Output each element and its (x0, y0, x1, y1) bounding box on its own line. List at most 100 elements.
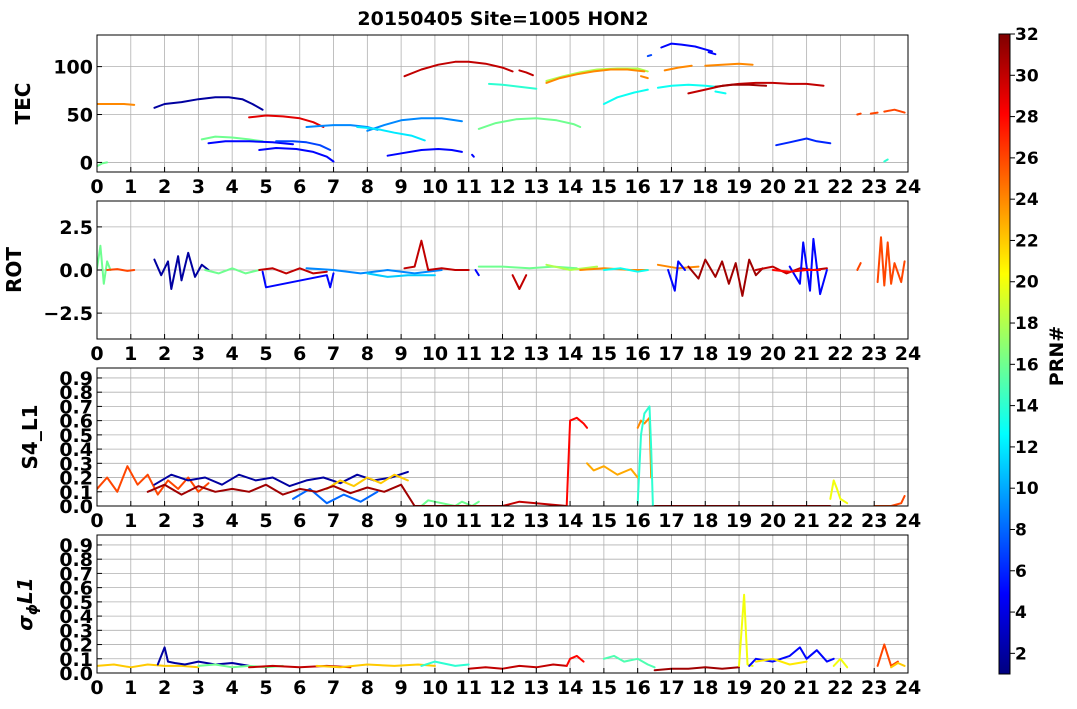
x-tick-label: 8 (361, 176, 374, 198)
series-line-prn-5 (788, 237, 828, 296)
series-line-prn-14 (883, 158, 889, 163)
series-group (97, 42, 906, 168)
chart-title: 20150405 Site=1005 HON2 (357, 8, 648, 30)
x-tick-label: 9 (395, 176, 408, 198)
panel-1: 0 1 2 3 4 5 6 7 8 9 10 11 12 13 14 15 16 17 18 19 20 21 22 23 24… (11, 34, 921, 198)
series-line-prn-16 (97, 244, 112, 285)
x-tick-label: 24 (895, 510, 921, 532)
panel-4: 0 1 2 3 4 5 6 7 8 9 10 11 12 13 14 15 16 17 18 19 20 21 22 23 24… (13, 534, 921, 699)
series-group (97, 405, 906, 506)
x-tick-label: 19 (726, 510, 752, 532)
x-tick-label: 23 (861, 343, 887, 365)
x-tick-label: 16 (624, 677, 650, 699)
x-tick-label: 17 (658, 510, 684, 532)
x-tick-label: 11 (455, 176, 481, 198)
series-line-prn-5 (474, 269, 480, 277)
x-tick-label: 21 (793, 677, 819, 699)
x-tick-label: 4 (226, 510, 239, 532)
x-tick-label: 17 (658, 176, 684, 198)
x-tick-label: 6 (293, 510, 306, 532)
figure: 20150405 Site=1005 HON2 0 1 2 3 4 5 6 7 8 9 10 11 12… (2, 8, 1068, 699)
x-tick-label: 20 (760, 343, 786, 365)
colorbar-tick-label: 20 (1015, 273, 1039, 293)
series-line-prn-5 (667, 260, 686, 292)
series-line-prn-23 (586, 462, 639, 479)
series-line-prn-28 (771, 269, 822, 273)
series-line-prn-13 (602, 88, 649, 105)
x-tick-label: 5 (259, 510, 272, 532)
x-tick-label: 9 (395, 510, 408, 532)
x-tick-label: 5 (259, 176, 272, 198)
x-tick-label: 10 (422, 343, 448, 365)
y-tick-label: −2.5 (43, 303, 93, 325)
x-tick-label: 2 (158, 176, 171, 198)
colorbar-tick-label: 14 (1015, 397, 1039, 417)
series-line-prn-2 (153, 96, 264, 111)
x-tick-label: 22 (827, 176, 853, 198)
series-line-prn-30 (403, 60, 514, 78)
x-tick-label: 12 (489, 677, 515, 699)
series-line-prn-2 (153, 251, 210, 290)
x-tick-label: 1 (124, 510, 137, 532)
series-line-prn-7 (646, 54, 653, 58)
y-axis-label: ROT (2, 247, 26, 293)
x-tick-label: 14 (557, 510, 583, 532)
series-line-prn-26 (876, 236, 906, 287)
series-line-prn-26 (873, 495, 906, 506)
series-line-prn-29 (248, 114, 325, 128)
x-tick-label: 2 (158, 510, 171, 532)
series-line-prn-30 (518, 69, 534, 77)
y-tick-label: 2.5 (59, 217, 93, 239)
colorbar-tick-label: 30 (1015, 66, 1039, 86)
x-tick-label: 5 (259, 677, 272, 699)
x-tick-label: 12 (489, 343, 515, 365)
x-tick-label: 20 (760, 677, 786, 699)
series-group (97, 236, 906, 297)
series-line-prn-6 (775, 137, 832, 147)
colorbar-tick-label: 32 (1015, 25, 1039, 45)
colorbar-tick-label: 6 (1015, 562, 1027, 582)
series-line-prn-5 (748, 646, 835, 667)
series-line-prn-26 (876, 643, 899, 667)
series-line-prn-30 (511, 274, 528, 290)
series-line-prn-5 (707, 51, 717, 56)
colorbar-tick-label: 4 (1015, 603, 1027, 623)
y-tick-label: 0.0 (59, 260, 93, 282)
x-tick-label: 7 (327, 677, 340, 699)
y-tick-label: 100 (53, 57, 93, 79)
series-line-prn-28 (565, 654, 585, 667)
series-line-prn-5 (471, 153, 475, 158)
x-tick-label: 0 (90, 176, 103, 198)
x-tick-label: 24 (895, 176, 921, 198)
series-line-prn-31 (653, 666, 740, 672)
x-tick-label: 22 (827, 677, 853, 699)
x-tick-label: 13 (523, 510, 549, 532)
colorbar-tick-label: 18 (1015, 314, 1039, 334)
series-line-prn-30 (467, 663, 568, 670)
x-tick-label: 23 (861, 510, 887, 532)
x-tick-label: 6 (293, 176, 306, 198)
colorbar-tick-label: 26 (1015, 149, 1039, 169)
colorbar-tick-label: 12 (1015, 438, 1039, 458)
x-tick-label: 22 (827, 510, 853, 532)
x-tick-label: 3 (192, 176, 205, 198)
x-tick-label: 16 (624, 343, 650, 365)
x-tick-label: 23 (861, 677, 887, 699)
colorbar-tick-label: 28 (1015, 108, 1039, 128)
x-tick-label: 7 (327, 176, 340, 198)
y-tick-label: 0 (80, 152, 93, 174)
series-line-prn-16 (97, 161, 109, 168)
x-tick-label: 14 (557, 176, 583, 198)
panels: 0 1 2 3 4 5 6 7 8 9 10 11 12 13 14 15 16 17 18 19 20 21 22 23 24… (2, 34, 921, 699)
x-tick-label: 19 (726, 176, 752, 198)
x-tick-label: 21 (793, 510, 819, 532)
x-tick-label: 6 (293, 677, 306, 699)
x-tick-label: 2 (158, 343, 171, 365)
colorbar-tick-label: 16 (1015, 355, 1039, 375)
x-tick-label: 10 (422, 176, 448, 198)
x-tick-label: 1 (124, 176, 137, 198)
series-line-prn-31 (714, 83, 768, 88)
colorbar: 2468101214161820222426283032PRN# (998, 25, 1068, 675)
colorbar-tick-label: 24 (1015, 190, 1039, 210)
series-line-prn-5 (386, 148, 463, 157)
